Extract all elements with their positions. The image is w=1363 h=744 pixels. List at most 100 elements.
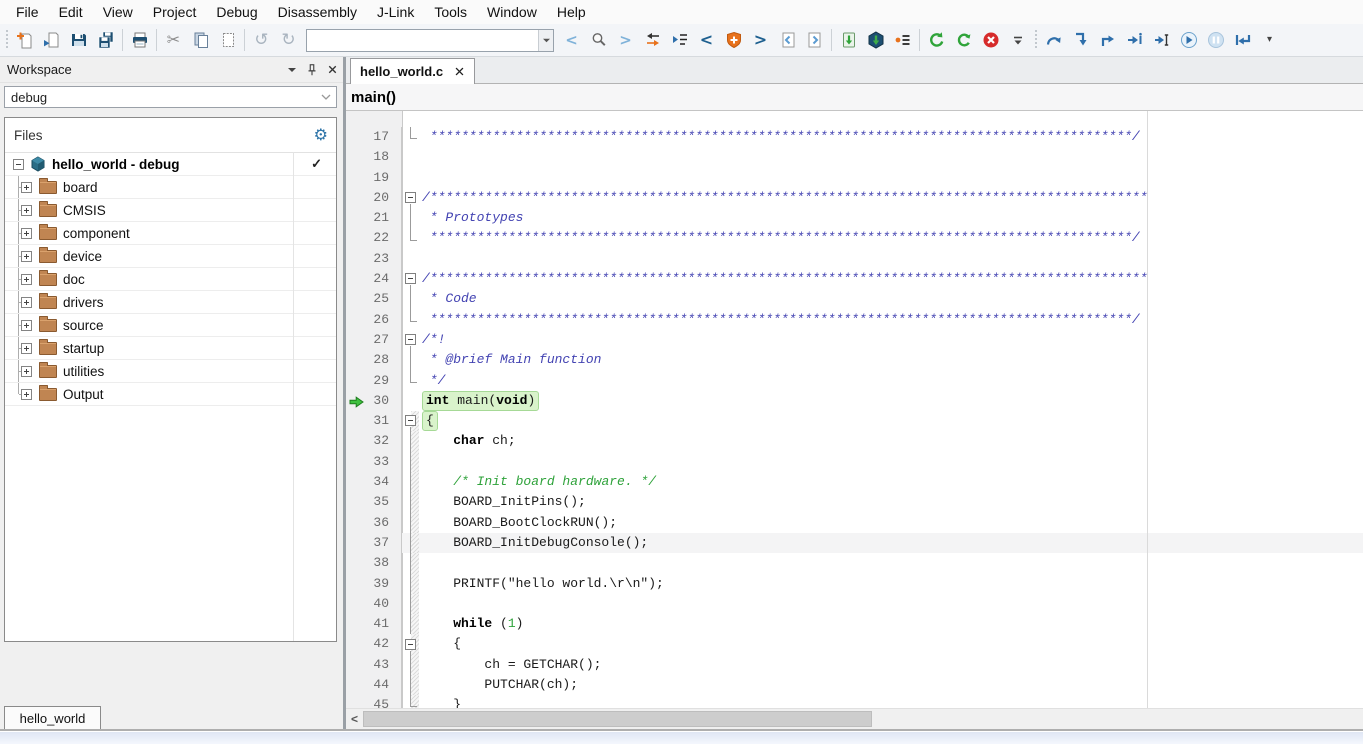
line-number[interactable]: 23: [346, 249, 402, 269]
tree-row-doc[interactable]: doc: [5, 268, 336, 291]
code-line-24[interactable]: 24/*************************************…: [346, 269, 1363, 289]
trace-icon[interactable]: [890, 28, 915, 53]
collapse-box[interactable]: [13, 159, 24, 170]
code-line-34[interactable]: 34 /* Init board hardware. */: [346, 472, 1363, 492]
line-number[interactable]: 18: [346, 147, 402, 167]
browse-forward-icon[interactable]: >: [748, 28, 773, 53]
tree-row-utilities[interactable]: utilities: [5, 360, 336, 383]
fold-margin[interactable]: [402, 269, 420, 289]
combo-dropdown-icon[interactable]: [538, 30, 553, 51]
code-line-38[interactable]: 38: [346, 553, 1363, 573]
fold-collapse-box[interactable]: [405, 192, 416, 203]
line-number[interactable]: 22: [346, 228, 402, 248]
fold-margin[interactable]: [402, 330, 420, 350]
workspace-bottom-tab[interactable]: hello_world: [4, 706, 101, 730]
line-number[interactable]: 39: [346, 574, 402, 594]
fold-collapse-box[interactable]: [405, 639, 416, 650]
dropdown-icon[interactable]: ▾: [1257, 28, 1282, 53]
download-icon[interactable]: [836, 28, 861, 53]
quick-search-input[interactable]: [307, 32, 538, 49]
undo-icon[interactable]: ↺: [249, 28, 274, 53]
redo-icon[interactable]: ↻: [276, 28, 301, 53]
stop-icon[interactable]: [978, 28, 1003, 53]
tree-row-component[interactable]: component: [5, 222, 336, 245]
goto-function-icon[interactable]: [667, 28, 692, 53]
line-number[interactable]: 21: [346, 208, 402, 228]
menu-project[interactable]: Project: [143, 2, 207, 22]
line-number[interactable]: 33: [346, 452, 402, 472]
expand-box[interactable]: [21, 182, 32, 193]
line-number[interactable]: 31: [346, 411, 402, 431]
line-number[interactable]: 32: [346, 431, 402, 451]
line-number[interactable]: 29: [346, 371, 402, 391]
save-all-icon[interactable]: [93, 28, 118, 53]
break-icon[interactable]: [1203, 28, 1228, 53]
line-number[interactable]: 38: [346, 553, 402, 573]
code-line-21[interactable]: 21 * Prototypes: [346, 208, 1363, 228]
quick-search-combobox[interactable]: [306, 29, 554, 52]
expand-box[interactable]: [21, 205, 32, 216]
menu-edit[interactable]: Edit: [49, 2, 93, 22]
run-to-cursor-icon[interactable]: [1149, 28, 1174, 53]
cut-icon[interactable]: ✂: [161, 28, 186, 53]
code-line-17[interactable]: 17 *************************************…: [346, 127, 1363, 147]
tab-close-icon[interactable]: [454, 66, 465, 77]
menu-file[interactable]: File: [6, 2, 49, 22]
line-number[interactable]: 35: [346, 492, 402, 512]
menu-tools[interactable]: Tools: [424, 2, 477, 22]
line-number[interactable]: 28: [346, 350, 402, 370]
menu-view[interactable]: View: [93, 2, 143, 22]
line-number[interactable]: 27: [346, 330, 402, 350]
line-number[interactable]: 42: [346, 634, 402, 654]
next-statement-icon[interactable]: [1122, 28, 1147, 53]
print-icon[interactable]: [127, 28, 152, 53]
code-line-26[interactable]: 26 *************************************…: [346, 310, 1363, 330]
configuration-combobox[interactable]: debug: [4, 86, 337, 108]
overflow-icon[interactable]: [1005, 28, 1030, 53]
code-line-20[interactable]: 20/*************************************…: [346, 188, 1363, 208]
line-number[interactable]: 25: [346, 289, 402, 309]
fold-collapse-box[interactable]: [405, 273, 416, 284]
tree-row-device[interactable]: device: [5, 245, 336, 268]
step-into-icon[interactable]: [1068, 28, 1093, 53]
close-icon[interactable]: [323, 61, 341, 79]
fold-collapse-box[interactable]: [405, 415, 416, 426]
browse-back-icon[interactable]: <: [694, 28, 719, 53]
scrollbar-thumb[interactable]: [363, 711, 872, 727]
code-line-41[interactable]: 41 while (1): [346, 614, 1363, 634]
code-line-30[interactable]: 30int main(void): [346, 391, 1363, 411]
code-line-42[interactable]: 42 {: [346, 634, 1363, 654]
tree-row-board[interactable]: board: [5, 176, 336, 199]
menu-help[interactable]: Help: [547, 2, 596, 22]
step-out-icon[interactable]: [1095, 28, 1120, 53]
menu-debug[interactable]: Debug: [206, 2, 267, 22]
fold-margin[interactable]: [402, 188, 420, 208]
open-file-icon[interactable]: [39, 28, 64, 53]
paste-icon[interactable]: [215, 28, 240, 53]
expand-box[interactable]: [21, 366, 32, 377]
next-page-icon[interactable]: [802, 28, 827, 53]
code-line-29[interactable]: 29 */: [346, 371, 1363, 391]
code-line-40[interactable]: 40: [346, 594, 1363, 614]
line-number[interactable]: 34: [346, 472, 402, 492]
code-editor[interactable]: 17 *************************************…: [346, 111, 1363, 708]
editor-tab-hello-world[interactable]: hello_world.c: [350, 58, 475, 84]
tree-row-drivers[interactable]: drivers: [5, 291, 336, 314]
tree-row-cmsis[interactable]: CMSIS: [5, 199, 336, 222]
tree-row-startup[interactable]: startup: [5, 337, 336, 360]
code-line-36[interactable]: 36 BOARD_BootClockRUN();: [346, 513, 1363, 533]
bookmark-add-icon[interactable]: [721, 28, 746, 53]
line-number[interactable]: 44: [346, 675, 402, 695]
line-number[interactable]: 20: [346, 188, 402, 208]
fold-collapse-box[interactable]: [405, 334, 416, 345]
tree-row-project[interactable]: hello_world - debug✓: [5, 153, 336, 176]
gear-icon[interactable]: ⚙: [314, 127, 328, 143]
step-over-icon[interactable]: [1041, 28, 1066, 53]
expand-box[interactable]: [21, 343, 32, 354]
line-number[interactable]: 40: [346, 594, 402, 614]
code-line-28[interactable]: 28 * @brief Main function: [346, 350, 1363, 370]
line-number[interactable]: 24: [346, 269, 402, 289]
code-line-33[interactable]: 33: [346, 452, 1363, 472]
copy-icon[interactable]: [188, 28, 213, 53]
code-line-32[interactable]: 32 char ch;: [346, 431, 1363, 451]
